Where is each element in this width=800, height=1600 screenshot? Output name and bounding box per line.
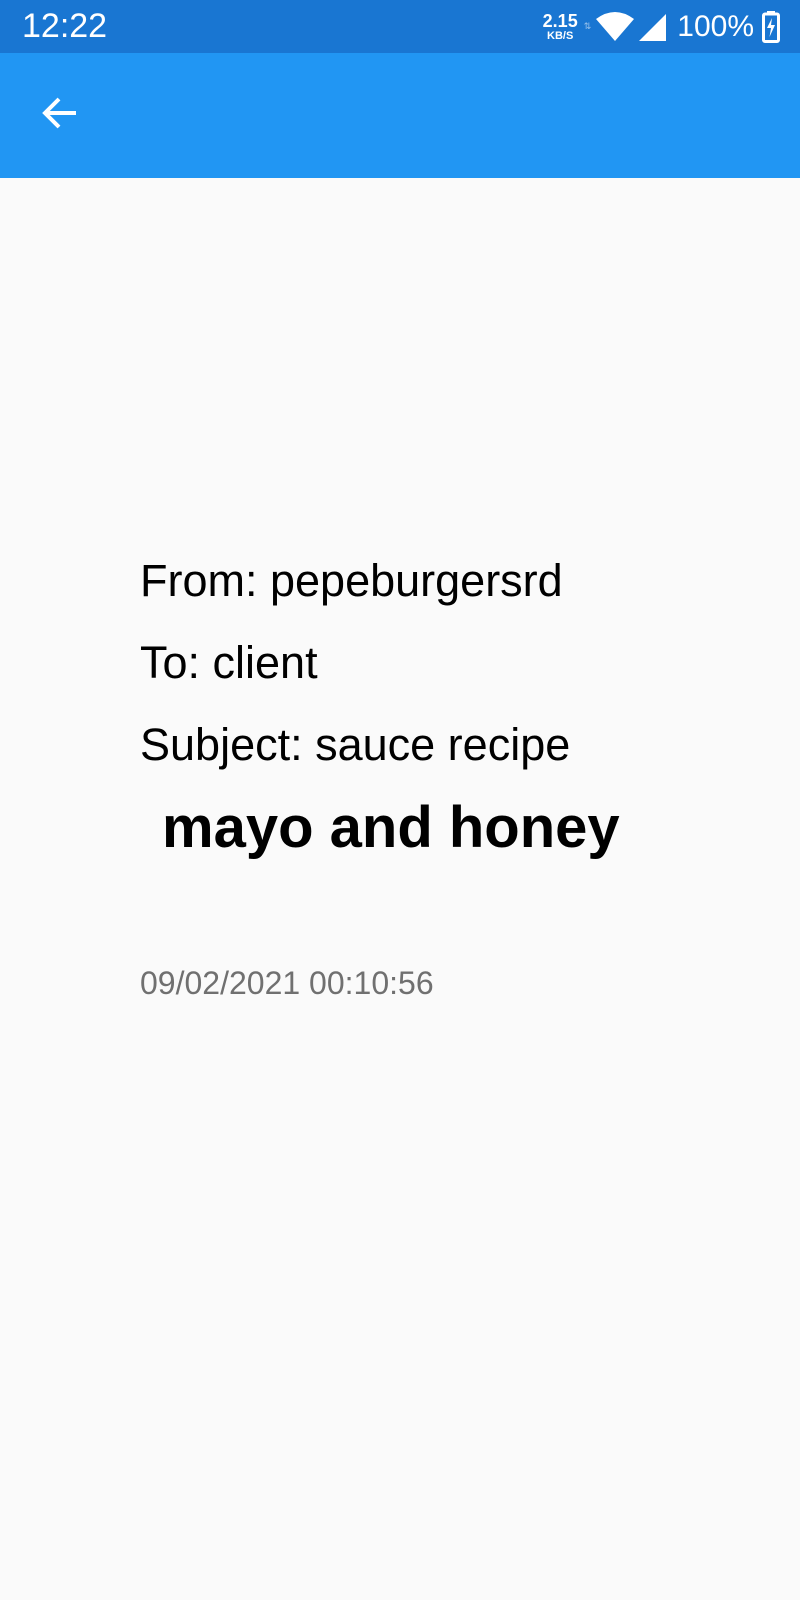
- app-bar: [0, 53, 800, 178]
- data-transfer-icon: ⇅: [583, 21, 592, 31]
- battery-percent: 100%: [677, 9, 754, 43]
- arrow-back-icon: [42, 97, 76, 129]
- network-speed-unit: KB/S: [547, 29, 574, 42]
- mail-body: mayo and honey: [162, 795, 620, 860]
- mail-detail: From: pepeburgersrd To: client Subject: …: [140, 540, 740, 1002]
- battery-charging-icon: [762, 10, 780, 43]
- mail-to: To: client: [140, 637, 318, 688]
- status-time: 12:22: [22, 7, 108, 45]
- mail-from: From: pepeburgersrd: [140, 555, 563, 606]
- cell-signal-icon: [639, 13, 667, 41]
- mail-date: 09/02/2021 00:10:56: [140, 965, 434, 1001]
- wifi-icon: [596, 11, 635, 41]
- back-button[interactable]: [30, 83, 90, 143]
- network-speed-value: 2.15: [542, 10, 578, 31]
- status-icons: 2.15 KB/S ⇅ 100%: [543, 0, 780, 53]
- mail-subject: Subject: sauce recipe: [140, 719, 571, 770]
- network-speed: 2.15 KB/S: [543, 12, 578, 42]
- status-bar: 12:22 2.15 KB/S ⇅ 100%: [0, 0, 800, 53]
